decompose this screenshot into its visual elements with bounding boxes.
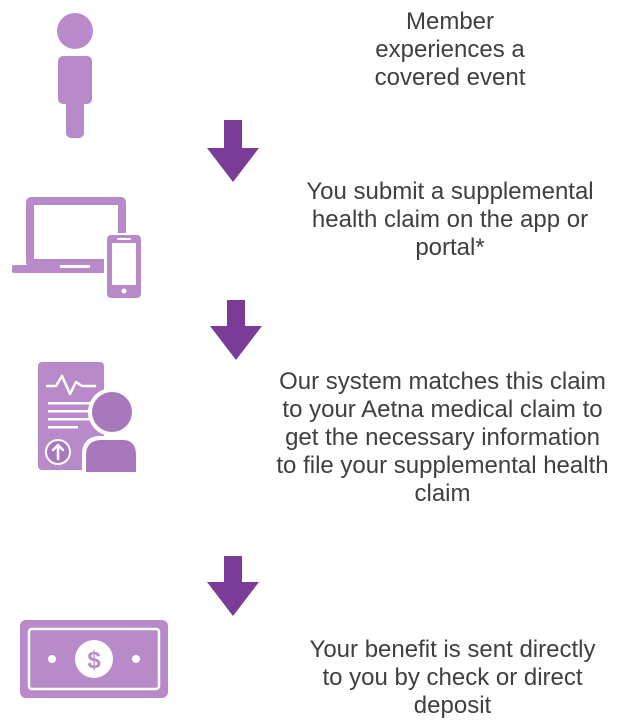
document-person-icon: [38, 362, 140, 472]
dollar-bill-icon: $: [20, 620, 168, 698]
step-1-text: Member experiences a covered event: [374, 8, 526, 91]
down-arrow-icon: [207, 120, 259, 182]
laptop-phone-icon: [12, 197, 144, 301]
step-3-text: Our system matches this claim to your Ae…: [276, 368, 609, 507]
step-2-text: You submit a supplemental health claim o…: [306, 178, 594, 261]
down-arrow-icon: [210, 300, 262, 360]
person-icon: [57, 13, 93, 138]
svg-text:$: $: [87, 647, 101, 674]
down-arrow-icon: [207, 556, 259, 616]
step-4-text: Your benefit is sent directly to you by …: [309, 636, 596, 719]
